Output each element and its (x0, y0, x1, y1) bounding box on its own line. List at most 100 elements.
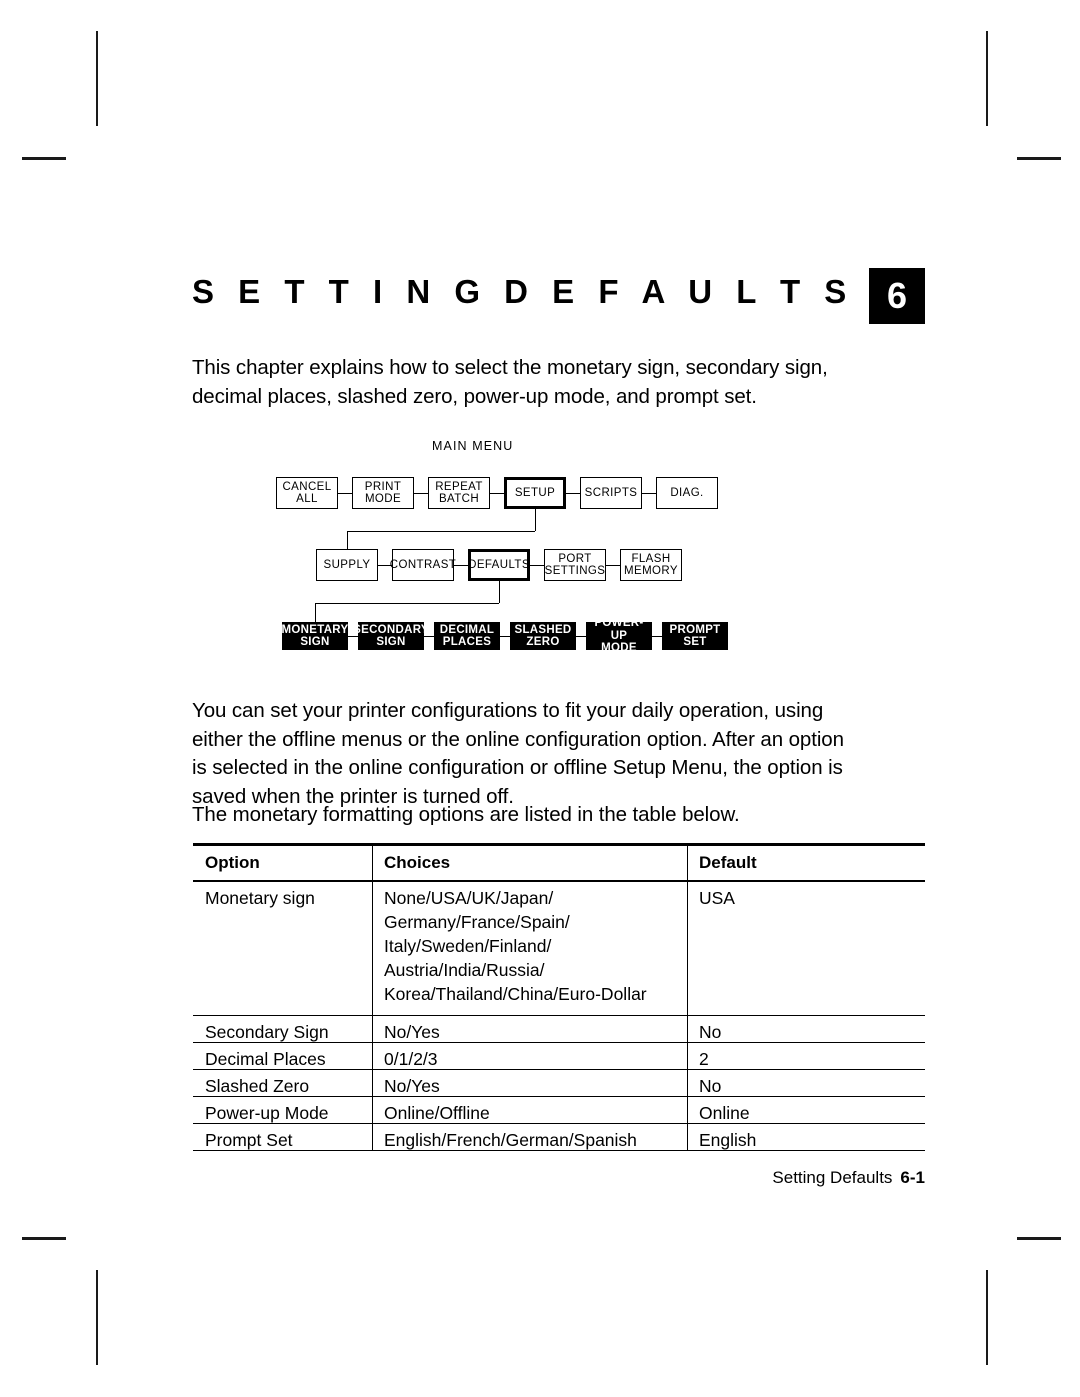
table-row-divider-0 (372, 1070, 373, 1097)
menu-box-row2-defaults-label: DEFAULTS (468, 558, 530, 571)
connector-row3-1 (424, 636, 434, 637)
connector-supply-down (347, 531, 348, 549)
table-body: Monetary sign None/USA/UK/Japan/ Germany/… (193, 882, 925, 1151)
table-row-divider-0 (372, 1097, 373, 1124)
table-cell-default: Online (699, 1103, 750, 1123)
table-row-divider-1 (687, 1124, 688, 1151)
table-row-divider-0 (372, 882, 373, 1016)
menu-box-row1-print-mode[interactable]: PRINT MODE (352, 477, 414, 509)
menu-box-row1-setup[interactable]: SETUP (504, 477, 566, 509)
table-cell-option: Slashed Zero (205, 1076, 310, 1096)
intro-paragraph: This chapter explains how to select the … (192, 356, 828, 408)
connector-setup-across (347, 531, 535, 532)
menu-box-row2-supply-label: SUPPLY (323, 558, 371, 571)
menu-box-row1-scripts[interactable]: SCRIPTS (580, 477, 642, 509)
menu-box-row3-secondary-sign-label: SECONDARY SIGN (353, 623, 429, 649)
menu-hierarchy-diagram: MAIN MENU CANCEL ALL PRINT MODE REPEAT BATCH S… (0, 430, 1080, 670)
menu-box-row1-cancel-all[interactable]: CANCEL ALL (276, 477, 338, 509)
table-row: Monetary sign None/USA/UK/Japan/ Germany/… (193, 882, 925, 1016)
menu-box-row3-decimal-places[interactable]: DECIMAL PLACES (434, 622, 500, 650)
table-row: Slashed Zero No/Yes No (193, 1070, 925, 1097)
table-header-option: Option (205, 853, 260, 872)
table-cell-option: Secondary Sign (205, 1022, 329, 1042)
menu-box-row2-flash-memory-label: FLASH MEMORY (624, 552, 678, 578)
page-footer: Setting Defaults 6-1 (193, 1168, 925, 1188)
table-row-divider-1 (687, 1070, 688, 1097)
main-menu-label: MAIN MENU (432, 439, 514, 453)
table-cell-option: Monetary sign (205, 888, 315, 908)
table-cell-default: English (699, 1130, 757, 1150)
configuration-paragraph: You can set your printer configurations … (192, 699, 844, 808)
table-cell-default: No (699, 1076, 722, 1096)
connector-row3-3 (576, 636, 586, 637)
menu-box-row3-secondary-sign[interactable]: SECONDARY SIGN (353, 622, 429, 650)
menu-box-row1-print-mode-label: PRINT MODE (364, 480, 402, 506)
menu-box-row3-prompt-set-label: PROMPT SET (669, 623, 721, 649)
menu-box-row2-supply[interactable]: SUPPLY (316, 549, 378, 581)
menu-box-row3-monetary-sign-label: MONETARY SIGN (281, 623, 349, 649)
menu-box-row2-port-settings[interactable]: PORT SETTINGS (544, 549, 606, 581)
table-cell-choices: 0/1/2/3 (384, 1049, 438, 1069)
menu-box-row2-contrast-label: CONTRAST (389, 558, 457, 571)
menu-box-row3-slashed-zero-label: SLASHED ZERO (514, 623, 572, 649)
menu-box-row1-repeat-batch[interactable]: REPEAT BATCH (428, 477, 490, 509)
connector-row1-2 (490, 493, 504, 494)
table-header-divider-1 (687, 846, 688, 880)
table-row-divider-1 (687, 1016, 688, 1043)
table-row-divider-1 (687, 1097, 688, 1124)
connector-row3-2 (500, 636, 510, 637)
document-page: S E T T I N G D E F A U L T S 6 This cha… (0, 0, 1080, 1397)
table-row: Secondary Sign No/Yes No (193, 1016, 925, 1043)
table-cell-default: 2 (699, 1049, 709, 1069)
connector-row2-1 (454, 565, 468, 566)
connector-monetary-down (315, 603, 316, 622)
page-title: S E T T I N G D E F A U L T S (192, 273, 854, 310)
connector-row1-0 (338, 493, 352, 494)
table-row: Power-up Mode Online/Offline Online (193, 1097, 925, 1124)
table-cell-option: Power-up Mode (205, 1103, 329, 1123)
menu-box-row2-port-settings-label: PORT SETTINGS (544, 552, 606, 578)
table-row-divider-0 (372, 1016, 373, 1043)
menu-box-row3-monetary-sign[interactable]: MONETARY SIGN (282, 622, 348, 650)
connector-row1-3 (566, 493, 580, 494)
connector-row2-3 (606, 565, 620, 566)
menu-box-row1-repeat-batch-label: REPEAT BATCH (435, 480, 483, 506)
menu-box-row1-diag[interactable]: DIAG. (656, 477, 718, 509)
table-cell-default: No (699, 1022, 722, 1042)
menu-box-row1-diag-label: DIAG. (670, 486, 704, 499)
chapter-header: S E T T I N G D E F A U L T S 6 (192, 268, 925, 324)
menu-box-row1-scripts-label: SCRIPTS (584, 486, 638, 499)
footer-chapter-name: Setting Defaults (772, 1168, 893, 1187)
table-row-divider-1 (687, 1043, 688, 1070)
menu-box-row3-prompt-set[interactable]: PROMPT SET (662, 622, 728, 650)
menu-box-row3-power-up-mode[interactable]: POWER-UP MODE (586, 617, 652, 654)
menu-box-row1-setup-label: SETUP (514, 486, 556, 499)
table-cell-option: Prompt Set (205, 1130, 293, 1150)
table-row-divider-0 (372, 1043, 373, 1070)
connector-defaults-across (315, 603, 499, 604)
table-cell-option: Decimal Places (205, 1049, 326, 1069)
table-cell-choices: No/Yes (384, 1022, 440, 1042)
menu-box-row2-defaults[interactable]: DEFAULTS (468, 549, 530, 581)
menu-box-row2-flash-memory[interactable]: FLASH MEMORY (620, 549, 682, 581)
menu-box-row2-contrast[interactable]: CONTRAST (389, 549, 457, 581)
table-row: Decimal Places 0/1/2/3 2 (193, 1043, 925, 1070)
connector-row1-1 (414, 493, 428, 494)
connector-row1-4 (642, 493, 656, 494)
table-cell-choices: None/USA/UK/Japan/ Germany/France/Spain/… (384, 888, 647, 1004)
table-cell-choices: No/Yes (384, 1076, 440, 1096)
table-header-divider-0 (372, 846, 373, 880)
connector-setup-down (535, 509, 536, 531)
connector-defaults-down (499, 581, 500, 603)
footer-page-number: 6-1 (900, 1168, 925, 1187)
table-row-divider-1 (687, 882, 688, 1016)
options-table: Option Choices Default Monetary sign None/U… (193, 843, 925, 1151)
table-header-default: Default (699, 853, 757, 872)
chapter-number-badge: 6 (869, 268, 925, 324)
table-row-divider-0 (372, 1124, 373, 1151)
connector-row3-4 (652, 636, 662, 637)
menu-box-row3-slashed-zero[interactable]: SLASHED ZERO (510, 622, 576, 650)
table-intro-paragraph: The monetary formatting options are list… (192, 803, 740, 826)
table-row-border (193, 1150, 925, 1151)
table-cell-default: USA (699, 888, 735, 908)
